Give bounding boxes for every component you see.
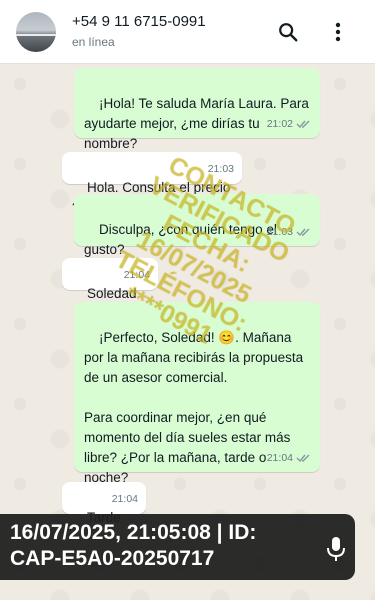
more-vertical-icon xyxy=(335,22,341,42)
message-bubble-outgoing[interactable]: Disculpa, ¿con quién tengo el gusto? 21:… xyxy=(74,194,320,257)
double-check-icon xyxy=(296,120,310,129)
message-text: Disculpa, ¿con quién tengo el gusto? xyxy=(84,222,281,257)
menu-button[interactable] xyxy=(322,16,354,48)
contact-name[interactable]: +54 9 11 6715-0991 xyxy=(72,13,206,30)
capture-stamp-text: 16/07/2025, 21:05:08 | ID: CAP-E5A0-2025… xyxy=(10,521,257,570)
message-time: 21:02 xyxy=(267,114,312,134)
message-time: 21:04 xyxy=(267,448,312,468)
contact-status: en línea xyxy=(72,35,115,49)
double-check-icon xyxy=(296,454,310,463)
message-time: 21:03 xyxy=(267,222,312,242)
message-time: 21:04 xyxy=(111,493,138,505)
capture-stamp: 16/07/2025, 21:05:08 | ID: CAP-E5A0-2025… xyxy=(0,514,355,580)
message-bubble-outgoing[interactable]: ¡Hola! Te saluda María Laura. Para ayuda… xyxy=(74,68,320,151)
message-bubble-incoming[interactable]: Soledad 21:04 xyxy=(62,258,158,301)
double-check-icon xyxy=(296,228,310,237)
search-button[interactable] xyxy=(272,16,304,48)
message-bubble-incoming[interactable]: Tarde 21:04 xyxy=(62,482,146,525)
message-bubble-incoming[interactable]: Hola. Consulta el precio ? 21:03 xyxy=(62,152,242,215)
search-icon xyxy=(279,23,298,42)
message-time: 21:04 xyxy=(123,269,150,281)
message-time: 21:03 xyxy=(207,163,234,175)
avatar[interactable] xyxy=(16,12,56,52)
message-text: Soledad xyxy=(87,286,137,301)
message-bubble-outgoing[interactable]: ¡Perfecto, Soledad! 😊. Mañana por la mañ… xyxy=(74,302,320,485)
chat-header: +54 9 11 6715-0991 en línea xyxy=(0,0,375,64)
microphone-icon[interactable] xyxy=(325,536,347,562)
